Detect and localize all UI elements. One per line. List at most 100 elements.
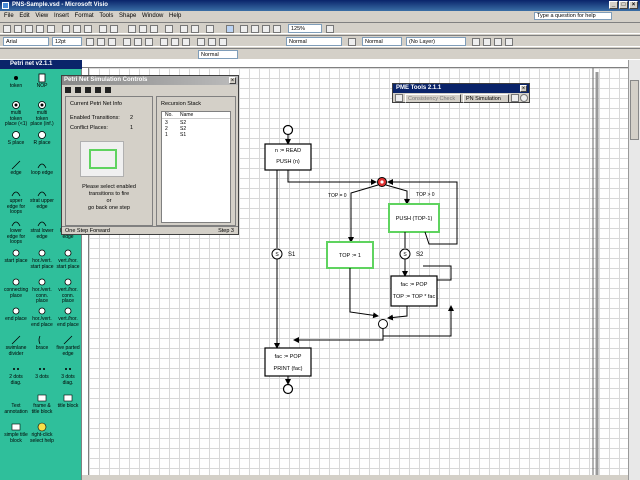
zoom-select[interactable]: 125% [288, 24, 322, 33]
help-circle-icon[interactable] [520, 94, 528, 102]
paste-icon[interactable] [84, 25, 92, 33]
align-left-icon[interactable] [123, 38, 131, 46]
text-style-select[interactable]: Normal [362, 37, 402, 46]
group-icon[interactable] [472, 38, 480, 46]
minimize-button[interactable]: _ [609, 1, 618, 9]
undo-icon[interactable] [99, 25, 107, 33]
stencil-shape[interactable]: upper edge for loops [4, 188, 28, 216]
settings-icon[interactable] [511, 94, 519, 102]
menu-tools[interactable]: Tools [99, 13, 113, 19]
line-weight-icon[interactable] [197, 38, 205, 46]
pn-simulation-button[interactable]: PN Simulation [463, 94, 509, 103]
stencil-shape[interactable]: brace [30, 335, 54, 352]
line-tool-icon[interactable] [150, 25, 158, 33]
stencil-shape[interactable]: R place [30, 130, 54, 147]
menu-window[interactable]: Window [142, 13, 163, 19]
connector-icon[interactable] [128, 25, 136, 33]
panel-close-button[interactable]: × [229, 77, 236, 84]
step-back-fast-icon[interactable] [85, 87, 91, 93]
font-color-icon[interactable] [160, 38, 168, 46]
stencil-shape[interactable]: Text annotation [4, 393, 28, 415]
stencil-shape[interactable]: S place [4, 130, 28, 147]
send-back-icon[interactable] [505, 38, 513, 46]
stencil-shape[interactable]: lower edge for loops [4, 218, 28, 246]
help-search-input[interactable]: Type a question for help [534, 12, 612, 20]
text-tool-icon[interactable] [139, 25, 147, 33]
italic-icon[interactable] [97, 38, 105, 46]
bring-front-icon[interactable] [494, 38, 502, 46]
vertical-scrollbar[interactable] [628, 60, 640, 480]
consistency-check-button[interactable]: Consistency Check [405, 94, 461, 103]
stencil-shape[interactable]: token [4, 73, 28, 90]
stencil-shape[interactable]: 3 dots diag. [56, 364, 80, 386]
align-right-icon[interactable] [145, 38, 153, 46]
shapes-icon[interactable] [165, 25, 173, 33]
rectangle-tool-icon[interactable] [251, 25, 259, 33]
menu-help[interactable]: Help [169, 13, 181, 19]
stencil-shape[interactable]: 3 dots [30, 364, 54, 381]
stencil-shape[interactable]: simple title block [4, 422, 28, 444]
stencil-shape[interactable]: right-click select help [30, 422, 54, 444]
stencil-shape[interactable]: strat upper edge [30, 188, 54, 210]
stencil-shape[interactable]: start place [4, 248, 28, 265]
line-color-icon[interactable] [171, 38, 179, 46]
transition-fac-pop[interactable] [390, 275, 438, 307]
start-place[interactable] [282, 124, 294, 136]
stencil-shape[interactable]: vert./hor. conn. place [56, 277, 80, 305]
stencil-shape[interactable]: multi token place (<1) [4, 100, 28, 128]
align-center-icon[interactable] [134, 38, 142, 46]
hyperlink-icon[interactable] [191, 25, 199, 33]
layer-select[interactable]: (No Layer) [406, 37, 466, 46]
stencil-shape[interactable]: vert./hor. end place [56, 306, 80, 328]
format-painter-icon[interactable] [180, 25, 188, 33]
stencil-shape[interactable]: multi token place (inf.) [30, 100, 54, 128]
stencil-shape[interactable]: edge [4, 160, 28, 177]
stencil-shape[interactable]: swimlane divider [4, 335, 28, 357]
table-icon[interactable] [395, 94, 403, 102]
stencil-shape[interactable]: hor./vert. start place [30, 248, 54, 270]
stencil-shape[interactable]: frame & title block [30, 393, 54, 415]
stencil-shape[interactable]: 2 dots diag. [4, 364, 28, 386]
menu-shape[interactable]: Shape [119, 13, 136, 19]
stack-row[interactable]: 1 S1 [162, 132, 230, 138]
underline-icon[interactable] [108, 38, 116, 46]
stencil-shape[interactable]: strat lower edge [30, 218, 54, 240]
connector-tool-icon[interactable] [226, 25, 234, 33]
help-icon[interactable] [326, 25, 334, 33]
stencil-shape[interactable]: hor./vert. conn. place [30, 277, 54, 305]
text-color-icon[interactable] [348, 38, 356, 46]
line-icon [11, 335, 21, 345]
recursion-stack-list[interactable]: No. Name 3 S2 2 S2 1 S1 [161, 111, 231, 223]
play-icon[interactable] [105, 87, 111, 93]
text-block-icon[interactable] [240, 25, 248, 33]
ellipse-tool-icon[interactable] [262, 25, 270, 33]
redo-icon[interactable] [110, 25, 118, 33]
step-back-icon[interactable] [75, 87, 81, 93]
pme-tools-close-button[interactable]: × [520, 85, 527, 92]
join-place[interactable] [378, 319, 388, 329]
pointer-tool-icon[interactable] [206, 25, 214, 33]
stencil-shape[interactable]: vert./hor. start place [56, 248, 80, 270]
stencil-shape[interactable]: five parted edge [56, 335, 80, 357]
stop-icon[interactable] [65, 87, 71, 93]
style-select[interactable]: Normal [198, 50, 238, 59]
stencil-shape[interactable]: title block [56, 393, 80, 410]
stencil-shape[interactable]: hor./vert. end place [30, 306, 54, 328]
stencil-shape[interactable]: connecting place [4, 277, 28, 299]
close-button[interactable]: × [629, 1, 638, 9]
maximize-button[interactable]: □ [619, 1, 628, 9]
bold-icon[interactable] [86, 38, 94, 46]
line-ends-icon[interactable] [219, 38, 227, 46]
scrollbar-thumb[interactable] [630, 80, 639, 140]
line-pattern-icon[interactable] [208, 38, 216, 46]
stencil-shape[interactable]: end place [4, 306, 28, 323]
step-forward-icon[interactable] [95, 87, 101, 93]
stencil-shape[interactable]: loop edge [30, 160, 54, 177]
help-icon [37, 422, 47, 432]
fill-color-icon[interactable] [182, 38, 190, 46]
line-style-select[interactable]: Normal [286, 37, 342, 46]
end-place[interactable] [282, 383, 294, 395]
stencil-shape[interactable]: NOP [30, 73, 54, 90]
ungroup-icon[interactable] [483, 38, 491, 46]
pencil-tool-icon[interactable] [273, 25, 281, 33]
